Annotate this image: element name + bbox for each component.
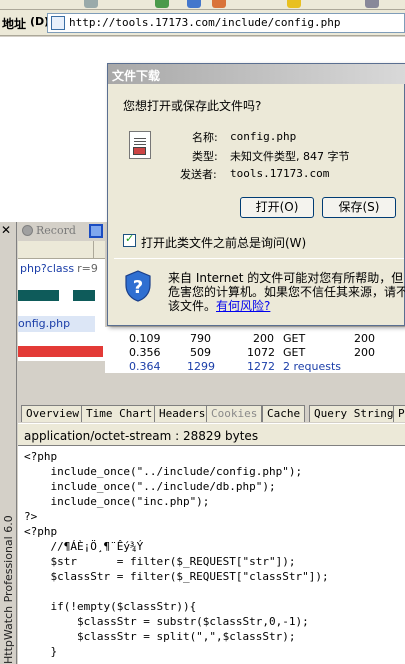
table-row[interactable]: 0.356 509 1072 GET 200 [105,346,405,360]
record-label: Record [36,224,76,237]
result-cell: 200 [354,332,375,345]
tab-headers[interactable]: Headers [154,405,211,422]
code-line: //¶ÁÈ¡Ö¸¶¨Êý¾Ý [24,540,144,553]
favorites-star-icon[interactable] [287,0,301,8]
open-button[interactable]: 打开(O) [240,197,314,218]
request-values: 0.109 790 200 GET 200 0.356 509 1072 GET… [105,327,405,373]
request-url-text: onfig.php [18,317,71,330]
summary-label: 2 requests [283,360,342,373]
always-ask-label[interactable]: 打开此类文件之前总是询问(W) [141,234,306,251]
warning-text-prefix: 该文件。 [168,299,217,313]
summary-sent: 1272 [247,360,275,373]
code-line: include_once("../include/config.php"); [24,465,303,478]
address-label: 地址 [2,17,27,31]
name-label: 名称: [192,131,218,144]
tab-cookies[interactable]: Cookies [206,405,263,422]
page-icon [51,16,65,30]
type-value: 未知文件类型, 847 字节 [230,150,350,163]
edit-icon[interactable] [212,0,226,8]
warning-text-line3: 该文件。有何风险? [168,297,270,314]
time-cell: 0.356 [129,346,161,359]
address-url[interactable]: http://tools.17173.com/include/config.ph… [69,16,341,29]
response-content[interactable]: <?php include_once("../include/config.ph… [18,445,405,664]
name-value: config.php [230,130,297,143]
address-bar-row: 地址 (D) http://tools.17173.com/include/co… [0,10,405,36]
received-cell: 509 [190,346,211,359]
save-button[interactable]: 保存(S) [322,197,396,218]
method-cell: GET [283,346,306,359]
code-line: $classStr = substr($classStr,0,-1); [24,615,309,628]
time-cell: 0.109 [129,332,161,345]
dialog-divider [114,258,404,259]
history-icon[interactable] [365,0,379,8]
back-icon[interactable] [84,0,98,8]
always-ask-checkbox[interactable] [123,232,136,247]
content-type-bar: application/octet-stream : 28829 bytes [18,423,405,445]
from-value: tools.17173.com [230,167,330,180]
dialog-title: 文件下载 [112,69,161,83]
table-row[interactable]: 0.109 790 200 GET 200 [105,332,405,346]
code-line: include_once("inc.php"); [24,495,210,508]
timeline-bar [18,290,59,301]
timeline-bar [73,290,95,301]
sent-cell: 1072 [247,346,275,359]
close-icon[interactable]: ✕ [1,223,11,237]
dialog-title-bar[interactable]: 文件下载 [108,64,405,84]
tab-cache[interactable]: Cache [262,405,306,422]
svg-text:?: ? [133,277,143,298]
risk-link[interactable]: 有何风险? [216,299,270,313]
product-name: HttpWatch Professional 6.0 [2,515,15,664]
request-grid: php?class r=9 onfig.php [18,259,105,361]
request-url[interactable]: php?class r=9 [20,262,98,275]
request-grid-header [18,241,105,259]
request-url-rest: r=9 [77,262,98,275]
result-cell: 200 [354,346,375,359]
tab-time-chart[interactable]: Time Chart [81,405,158,422]
httpwatch-product-label: HttpWatch Professional 6.0 [2,504,15,664]
stop-icon[interactable] [89,224,103,238]
content-type-text: application/octet-stream : 28829 bytes [24,429,259,443]
method-cell: GET [283,332,306,345]
code-line: <?php [24,450,58,463]
code-line: <?php [24,525,58,538]
code-line: include_once("../include/db.php"); [24,480,276,493]
dialog-question: 您想打开或保存此文件吗? [123,99,262,113]
from-label: 发送者: [180,168,217,181]
detail-tabs: Overview Time Chart Headers Cookies Cach… [18,403,405,423]
type-label: 类型: [192,150,218,163]
home-icon[interactable] [187,0,201,8]
tab-query-string[interactable]: Query String [309,405,399,422]
timeline-bar-selected [18,346,103,357]
refresh-icon[interactable] [155,0,169,8]
received-cell: 790 [190,332,211,345]
file-icon-chip [133,147,146,155]
code-line: $str = filter($_REQUEST["str"]); [24,555,296,568]
code-line: ?> [24,510,38,523]
record-button[interactable]: Record [22,224,76,237]
code-line: $classStr = filter($_REQUEST["classStr"]… [24,570,329,583]
file-download-dialog: 文件下载 您想打开或保存此文件吗? 名称: config.php 类型: 未知文… [107,63,405,326]
file-icon [129,131,151,159]
column-divider[interactable] [93,241,94,259]
code-line: } [24,645,58,658]
code-line: if(!empty($classStr)){ [24,600,197,613]
tab-post[interactable]: PO [393,405,405,422]
browser-toolbar [0,0,405,10]
code-line: $classStr = split(",",$classStr); [24,630,296,643]
tab-overview[interactable]: Overview [21,405,84,422]
summary-time: 0.364 [129,360,161,373]
sent-cell: 200 [253,332,274,345]
request-url-text: php?class [20,262,75,275]
summary-row: 0.364 1299 1272 2 requests [105,360,405,374]
address-input[interactable]: http://tools.17173.com/include/config.ph… [47,13,405,33]
summary-received: 1299 [187,360,215,373]
security-shield-icon: ? [125,270,151,302]
request-url-selected[interactable]: onfig.php [18,316,95,332]
record-icon [22,225,33,236]
